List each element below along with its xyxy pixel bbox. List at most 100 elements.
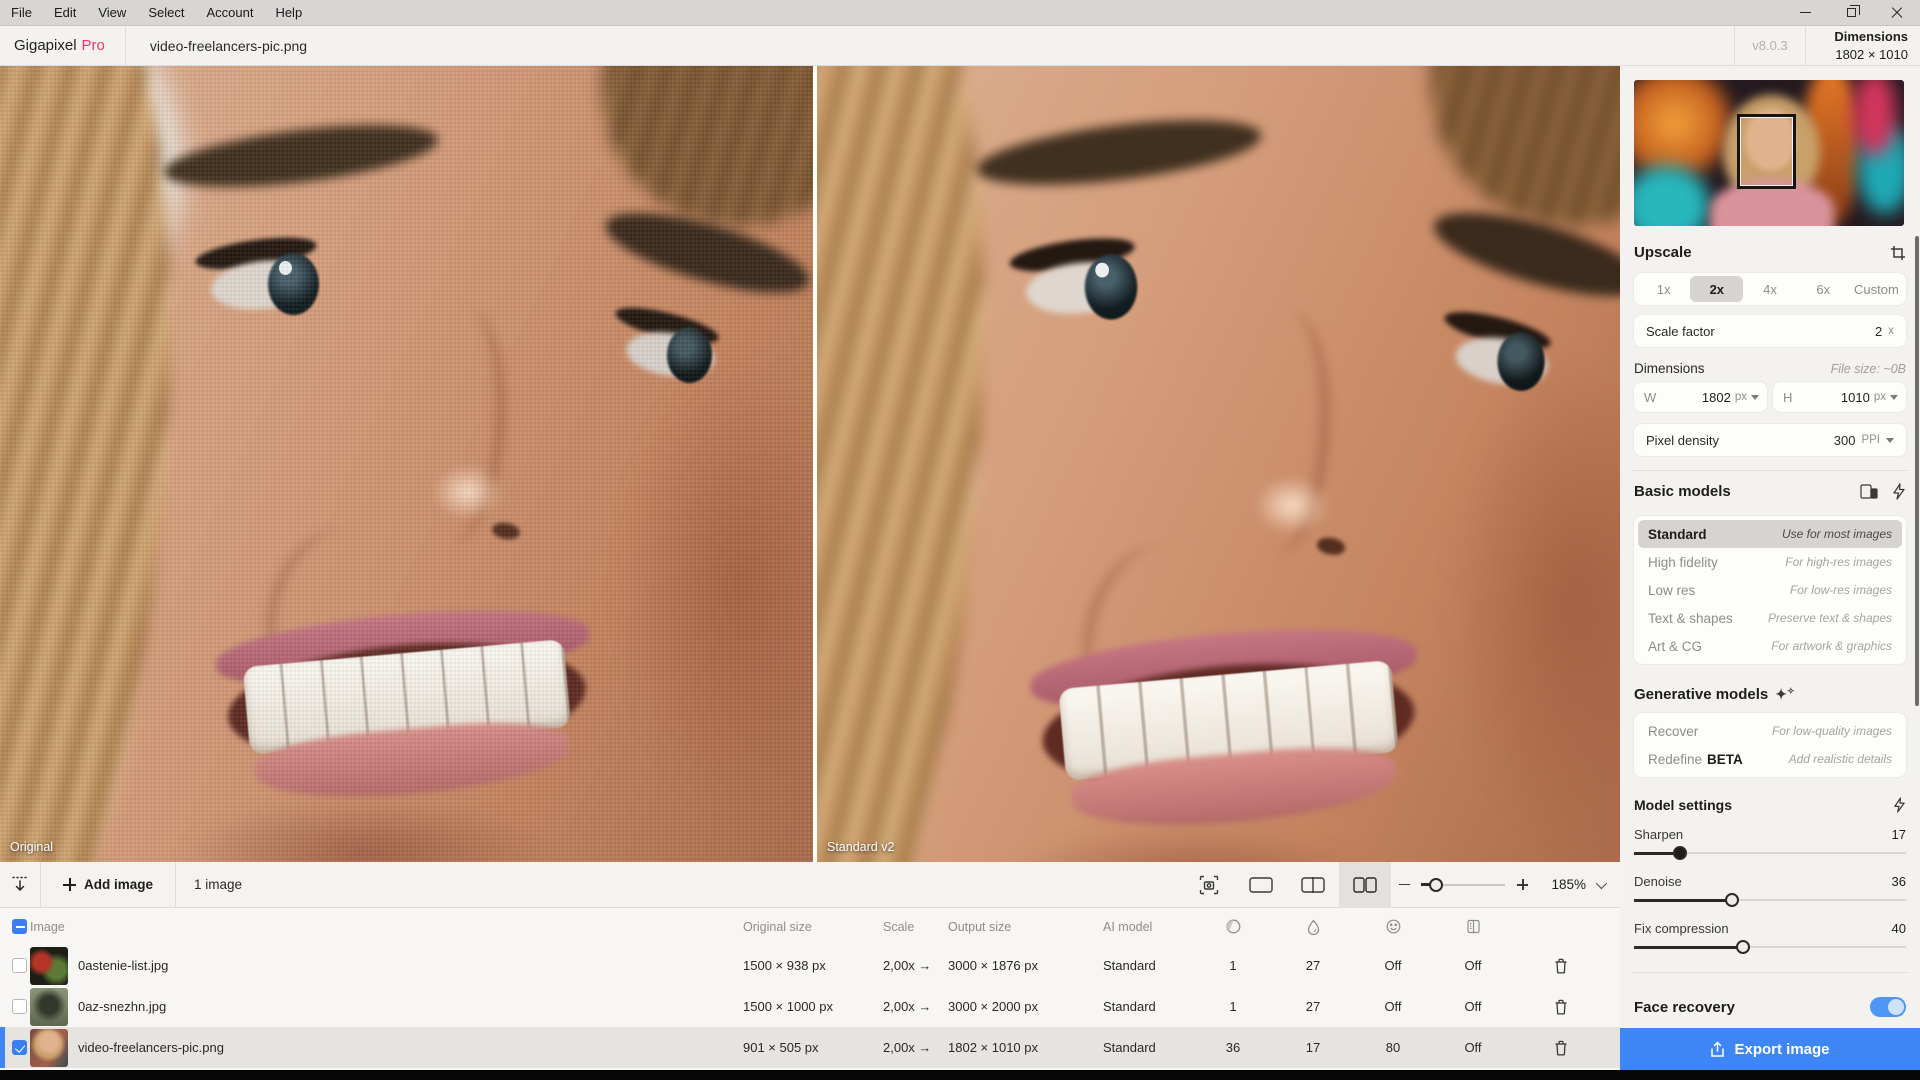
snapshot-view-button[interactable]	[1183, 862, 1235, 908]
height-field[interactable]: H 1010 px	[1773, 382, 1906, 412]
slider-thumb[interactable]	[1736, 940, 1750, 954]
height-unit: px	[1874, 391, 1886, 403]
model-text-shapes[interactable]: Text & shapes Preserve text & shapes	[1638, 604, 1902, 632]
menu-file[interactable]: File	[0, 0, 43, 26]
close-button[interactable]	[1874, 0, 1920, 26]
slider-thumb[interactable]	[1673, 846, 1687, 860]
menu-account[interactable]: Account	[195, 0, 264, 26]
select-all-checkbox[interactable]	[12, 919, 27, 934]
denoise-setting: Denoise 36	[1634, 874, 1906, 907]
fix-compression-value: 40	[1892, 921, 1906, 936]
table-row[interactable]: 0az-snezhn.jpg 1500 × 1000 px 2,00x → 30…	[0, 986, 1620, 1027]
file-name: 0az-snezhn.jpg	[78, 999, 743, 1014]
model-low-res[interactable]: Low res For low-res images	[1638, 576, 1902, 604]
import-queue-button[interactable]	[0, 862, 40, 908]
sparkles-icon: ✦✧	[1775, 686, 1794, 703]
scale-header: Scale	[883, 920, 948, 934]
face-recovery-label: Face recovery	[1634, 999, 1735, 1016]
scale-4x-button[interactable]: 4x	[1743, 276, 1796, 302]
file-name: 0astenie-list.jpg	[78, 958, 743, 973]
export-image-button[interactable]: Export image	[1620, 1028, 1920, 1070]
bottom-edge-bar	[0, 1070, 1920, 1080]
side-by-side-view-button[interactable]	[1339, 862, 1391, 908]
dimensions-subhead: Dimensions File size: ~0B	[1634, 361, 1906, 376]
original-image-panel[interactable]: Original	[0, 66, 813, 862]
window-controls	[1782, 0, 1920, 26]
chevron-down-icon[interactable]	[1751, 395, 1759, 400]
scale-factor-unit: x	[1888, 325, 1894, 337]
output-size-header: Output size	[948, 920, 1103, 934]
zoom-level[interactable]: 185%	[1535, 877, 1592, 892]
image-queue-table: Image Original size Scale Output size AI…	[0, 908, 1620, 1070]
sharpen-value: 17	[1892, 827, 1906, 842]
row-checkbox[interactable]	[12, 1040, 27, 1055]
sharpen-slider[interactable]	[1634, 846, 1906, 860]
model-high-fidelity[interactable]: High fidelity For high-res images	[1638, 548, 1902, 576]
slider-thumb[interactable]	[1725, 893, 1739, 907]
width-unit: px	[1735, 391, 1747, 403]
scale-6x-button[interactable]: 6x	[1797, 276, 1850, 302]
table-row[interactable]: 0astenie-list.jpg 1500 × 938 px 2,00x → …	[0, 945, 1620, 986]
add-image-button[interactable]: Add image	[41, 862, 175, 908]
zoom-slider[interactable]	[1421, 878, 1505, 892]
sidebar-scrollbar[interactable]	[1915, 236, 1919, 706]
height-label: H	[1783, 390, 1792, 405]
pro-badge: Pro	[82, 37, 105, 54]
pixel-density-value[interactable]: 300	[1834, 433, 1856, 448]
table-row-selected[interactable]: video-freelancers-pic.png 901 × 505 px 2…	[0, 1027, 1620, 1068]
open-file-name: video-freelancers-pic.png	[126, 38, 331, 54]
crop-icon[interactable]	[1890, 245, 1906, 261]
plus-icon	[63, 878, 76, 891]
chevron-down-icon[interactable]	[1890, 395, 1898, 400]
height-value[interactable]: 1010	[1841, 390, 1870, 405]
chevron-down-icon[interactable]	[1596, 877, 1607, 888]
model-recover[interactable]: Recover For low-quality images	[1638, 717, 1902, 745]
menu-select[interactable]: Select	[137, 0, 195, 26]
ab-compare-icon[interactable]	[1860, 484, 1878, 499]
lightning-icon[interactable]	[1893, 797, 1906, 813]
scale-factor-value[interactable]: 2	[1875, 324, 1882, 339]
model-standard[interactable]: Standard Use for most images	[1638, 520, 1902, 548]
restore-button[interactable]	[1828, 0, 1874, 26]
width-field[interactable]: W 1802 px	[1634, 382, 1767, 412]
scale-custom-button[interactable]: Custom	[1850, 276, 1903, 302]
denoise-slider[interactable]	[1634, 893, 1906, 907]
minimize-button[interactable]	[1782, 0, 1828, 26]
model-redefine[interactable]: Redefine BETA Add realistic details	[1638, 745, 1902, 773]
face-artwork	[817, 66, 1620, 862]
upscale-section-title: Upscale	[1634, 244, 1906, 261]
delete-row-button[interactable]	[1513, 999, 1608, 1015]
row-checkbox[interactable]	[12, 958, 27, 973]
fix-compression-slider[interactable]	[1634, 940, 1906, 954]
split-view-button[interactable]	[1287, 862, 1339, 908]
basic-models-title: Basic models	[1634, 483, 1906, 500]
row-checkbox[interactable]	[12, 999, 27, 1014]
face-recovery-toggle[interactable]	[1870, 997, 1906, 1017]
single-view-button[interactable]	[1235, 862, 1287, 908]
zoom-out-button[interactable]	[1391, 862, 1417, 908]
scale-factor-row[interactable]: Scale factor 2 x	[1634, 315, 1906, 347]
preview-image-panel[interactable]: Standard v2	[817, 66, 1620, 862]
model-art-cg[interactable]: Art & CG For artwork & graphics	[1638, 632, 1902, 660]
face-detection-box	[1737, 114, 1796, 190]
scale-1x-button[interactable]: 1x	[1637, 276, 1690, 302]
scale-2x-button[interactable]: 2x	[1690, 276, 1743, 302]
chevron-down-icon[interactable]	[1886, 438, 1894, 443]
original-label: Original	[10, 840, 53, 854]
delete-row-button[interactable]	[1513, 958, 1608, 974]
restore-icon	[1847, 8, 1856, 17]
menu-help[interactable]: Help	[264, 0, 313, 26]
selected-row-indicator	[0, 1027, 5, 1068]
menu-edit[interactable]: Edit	[43, 0, 87, 26]
lightning-icon[interactable]	[1892, 483, 1906, 500]
pixel-density-row[interactable]: Pixel density 300 PPI	[1634, 424, 1906, 456]
queue-toolbar: Add image 1 image 185%	[0, 862, 1620, 908]
slider-thumb[interactable]	[1429, 878, 1443, 892]
menu-view[interactable]: View	[87, 0, 137, 26]
zoom-in-button[interactable]	[1509, 862, 1535, 908]
delete-row-button[interactable]	[1513, 1040, 1608, 1056]
dimensions-label: Dimensions	[1806, 28, 1908, 46]
navigation-thumbnail[interactable]	[1634, 80, 1904, 226]
width-value[interactable]: 1802	[1702, 390, 1731, 405]
sharpen-setting: Sharpen 17	[1634, 827, 1906, 860]
